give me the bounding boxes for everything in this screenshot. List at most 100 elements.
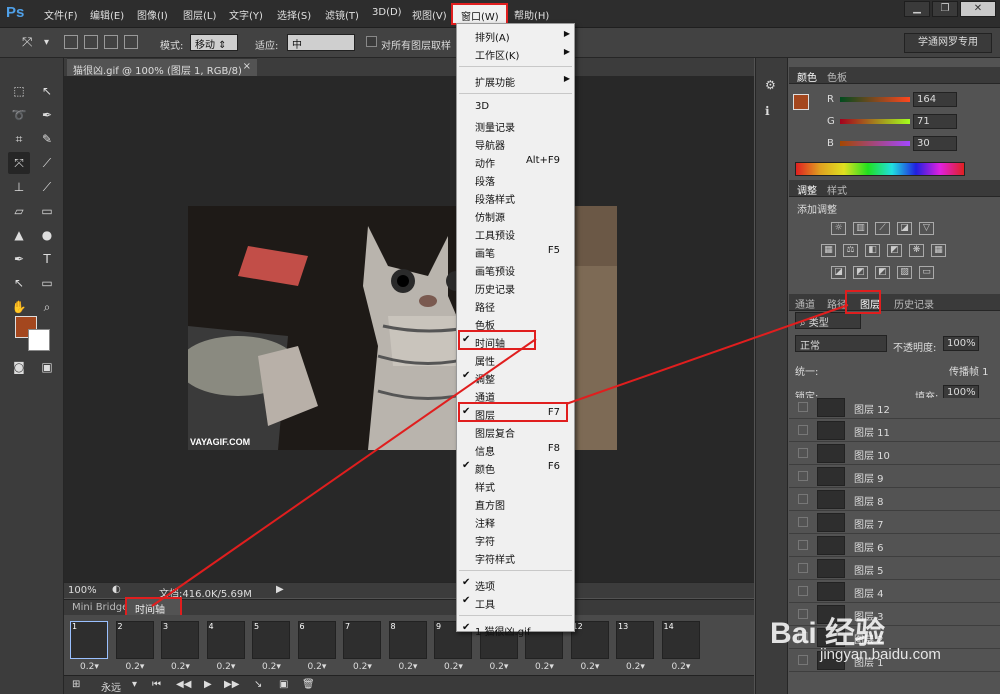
- visibility-icon[interactable]: [798, 517, 808, 527]
- color-spectrum[interactable]: [795, 162, 965, 176]
- status-menu-arrow-icon[interactable]: ▶: [276, 584, 284, 595]
- menu-window[interactable]: 窗口(W): [451, 3, 508, 25]
- menu-item[interactable]: 路径: [457, 296, 574, 314]
- layer-filter-select[interactable]: ⌕ 类型: [795, 312, 861, 329]
- gradient-tool-icon[interactable]: ▭: [36, 200, 58, 222]
- chevron-down-icon[interactable]: ▾: [44, 37, 49, 48]
- menu-item[interactable]: 扩展功能 ▶: [457, 71, 574, 89]
- background-color[interactable]: [28, 329, 50, 351]
- frame-delay[interactable]: 0.2▾: [535, 662, 554, 672]
- layer-row[interactable]: 图层 5: [789, 557, 1000, 580]
- marquee-tool-icon[interactable]: ⬚: [8, 80, 30, 102]
- tab-styles[interactable]: 样式: [827, 182, 847, 197]
- restore-button[interactable]: ❐: [932, 1, 958, 17]
- tab-close-icon[interactable]: ×: [243, 61, 251, 72]
- hand-tool-icon[interactable]: ✋: [8, 296, 30, 318]
- menu-item[interactable]: 注释: [457, 512, 574, 530]
- frame-delay[interactable]: 0.2▾: [171, 662, 190, 672]
- tween-icon[interactable]: ↘: [254, 679, 262, 690]
- color-lookup-icon[interactable]: ▦: [931, 244, 946, 257]
- duplicate-frame-icon[interactable]: ▣: [279, 679, 288, 690]
- curves-icon[interactable]: ⟋: [875, 222, 890, 235]
- convert-icon[interactable]: ⊞: [72, 679, 80, 690]
- fit-select[interactable]: 中: [287, 34, 355, 51]
- menu-item[interactable]: 工具预设: [457, 224, 574, 242]
- first-frame-icon[interactable]: ⏮: [152, 679, 161, 690]
- menu-item[interactable]: ✔ 1 猫很凶.gif: [457, 620, 574, 638]
- intersect-selection-icon[interactable]: [124, 35, 138, 49]
- channel-mixer-icon[interactable]: ❋: [909, 244, 924, 257]
- screen-mode-icon[interactable]: ▣: [36, 356, 58, 378]
- tab-mini-bridge[interactable]: Mini Bridge: [72, 602, 128, 613]
- next-frame-icon[interactable]: ▶▶: [224, 679, 239, 690]
- quick-mask-icon[interactable]: ◙: [8, 356, 30, 378]
- menu-help[interactable]: 帮助(H): [514, 7, 549, 22]
- menu-file[interactable]: 文件(F): [44, 7, 78, 22]
- visibility-icon[interactable]: [798, 471, 808, 481]
- layer-row[interactable]: 图层 7: [789, 511, 1000, 534]
- selective-color-icon[interactable]: ▭: [919, 266, 934, 279]
- red-track[interactable]: [840, 97, 910, 102]
- blend-mode-select[interactable]: 正常: [795, 335, 887, 352]
- menu-item[interactable]: 属性: [457, 350, 574, 368]
- play-icon[interactable]: ▶: [204, 679, 212, 690]
- tab-timeline[interactable]: 时间轴: [125, 597, 182, 617]
- frame-delay[interactable]: 0.2▾: [353, 662, 372, 672]
- color-balance-icon[interactable]: ⚖: [843, 244, 858, 257]
- exposure-icon[interactable]: ◪: [897, 222, 912, 235]
- menu-edit[interactable]: 编辑(E): [90, 7, 124, 22]
- pen-tool-icon[interactable]: ✎: [36, 128, 58, 150]
- layer-row[interactable]: 图层 8: [789, 488, 1000, 511]
- menu-item[interactable]: 信息 F8: [457, 440, 574, 458]
- history-brush-tool-icon[interactable]: ⟋: [36, 176, 58, 198]
- visibility-icon[interactable]: [798, 540, 808, 550]
- menu-item[interactable]: 画笔预设: [457, 260, 574, 278]
- invert-icon[interactable]: ◪: [831, 266, 846, 279]
- levels-icon[interactable]: ▥: [853, 222, 868, 235]
- eyedropper-tool-icon[interactable]: ✒: [36, 104, 58, 126]
- brush-tool-icon[interactable]: ⟋: [36, 152, 58, 174]
- frame-delay[interactable]: 0.2▾: [308, 662, 327, 672]
- tab-adjustments[interactable]: 调整: [797, 182, 817, 197]
- layer-row[interactable]: 图层 12: [789, 398, 1000, 419]
- layer-row[interactable]: 图层 11: [789, 419, 1000, 442]
- menu-filter[interactable]: 滤镜(T): [325, 7, 359, 22]
- green-value[interactable]: 71: [913, 114, 957, 129]
- blue-value[interactable]: 30: [913, 136, 957, 151]
- chevron-down-icon[interactable]: ▾: [132, 679, 137, 690]
- brightness-icon[interactable]: ☼: [831, 222, 846, 235]
- delete-frame-icon[interactable]: 🗑: [302, 679, 315, 690]
- menu-item[interactable]: 历史记录: [457, 278, 574, 296]
- shape-tool-icon[interactable]: ▭: [36, 272, 58, 294]
- visibility-icon[interactable]: [798, 494, 808, 504]
- frame-delay[interactable]: 0.2▾: [126, 662, 145, 672]
- new-selection-icon[interactable]: [64, 35, 78, 49]
- eraser-tool-icon[interactable]: ▱: [8, 200, 30, 222]
- workspace-button[interactable]: 学通网罗专用: [904, 33, 992, 53]
- blur-tool-icon[interactable]: ▲: [8, 224, 30, 246]
- type-tool-icon[interactable]: T: [36, 248, 58, 270]
- frame-delay[interactable]: 0.2▾: [672, 662, 691, 672]
- green-track[interactable]: [840, 119, 910, 124]
- menu-item[interactable]: 工作区(K) ▶: [457, 44, 574, 62]
- visibility-icon[interactable]: [798, 563, 808, 573]
- prev-frame-icon[interactable]: ◀◀: [176, 679, 191, 690]
- gradient-map-icon[interactable]: ▨: [897, 266, 912, 279]
- blue-track[interactable]: [840, 141, 910, 146]
- move-arrow-tool-icon[interactable]: ↖: [36, 80, 58, 102]
- lasso-tool-icon[interactable]: ➰: [8, 104, 30, 126]
- frame-delay[interactable]: 0.2▾: [399, 662, 418, 672]
- red-value[interactable]: 164: [913, 92, 957, 107]
- menu-item[interactable]: 排列(A) ▶: [457, 26, 574, 44]
- timeline-frame[interactable]: 5 0.2▾: [250, 619, 292, 672]
- menu-item[interactable]: 仿制源: [457, 206, 574, 224]
- layer-row[interactable]: 图层 9: [789, 465, 1000, 488]
- menu-item[interactable]: 字符: [457, 530, 574, 548]
- tab-color[interactable]: 颜色: [797, 69, 817, 84]
- photo-filter-icon[interactable]: ◩: [887, 244, 902, 257]
- add-selection-icon[interactable]: [84, 35, 98, 49]
- timeline-frame[interactable]: 8 0.2▾: [387, 619, 429, 672]
- menu-item[interactable]: 直方图: [457, 494, 574, 512]
- menu-item[interactable]: ✔ 选项: [457, 575, 574, 593]
- propagate-label[interactable]: 传播帧 1: [949, 363, 989, 378]
